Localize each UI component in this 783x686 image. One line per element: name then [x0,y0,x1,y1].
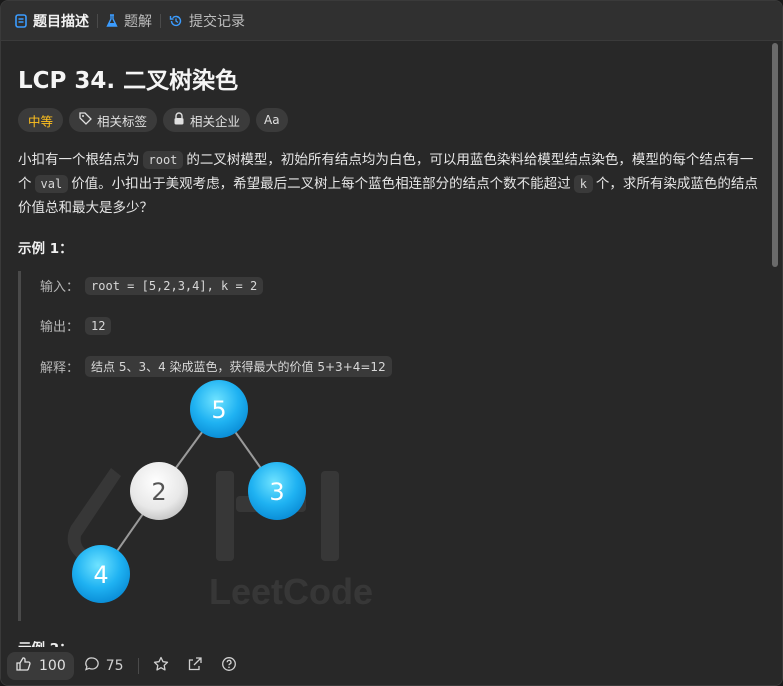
share-button[interactable] [187,656,203,676]
problem-title[interactable]: LCP 34. 二叉树染色 [18,61,238,95]
thumbs-up-icon [15,656,31,676]
tag-icon [79,112,92,128]
related-companies-button[interactable]: 相关企业 [163,108,251,132]
related-tags-label: 相关标签 [97,113,148,129]
like-button[interactable]: 100 [7,652,74,680]
code-k: k [573,175,593,193]
code-root: root [142,151,184,169]
input-label: 输入： [40,280,80,295]
code-val: val [34,175,69,193]
history-icon [169,14,183,28]
lock-icon [173,112,185,128]
comments-button[interactable]: 75 [84,656,124,676]
related-companies-label: 相关企业 [190,113,241,129]
input-value: root = [5,2,3,4], k = 2 [85,276,264,295]
problem-panel: 题目描述 题解 提交记录 LCP 34. 二叉树染色 中等 相关标签 相关企业 … [0,0,783,686]
problem-content: LCP 34. 二叉树染色 中等 相关标签 相关企业 Aa 小扣有一个根结点为 r… [1,41,773,647]
svg-text:4: 4 [93,561,108,589]
help-button[interactable] [221,656,237,676]
explain-value: 结点 5、3、4 染成蓝色，获得最大的价值 5+3+4=12 [85,356,392,377]
output-label: 输出： [40,320,80,335]
translate-button[interactable]: Aa [256,108,288,132]
help-icon [221,656,237,676]
tree-node-5: 5 [190,380,248,438]
output-value: 12 [85,316,112,335]
description-text: 小扣有一个根结点为 [18,152,140,168]
tab-bar: 题目描述 题解 提交记录 [1,1,782,41]
explain-label: 解释： [40,361,80,376]
example-explain-row: 解释： 结点 5、3、4 染成蓝色，获得最大的价值 5+3+4=12 [40,356,392,377]
document-icon [15,13,27,28]
bottom-toolbar: 100 75 [1,647,782,685]
tab-solutions[interactable]: 题解 [100,1,158,41]
problem-tags: 中等 相关标签 相关企业 Aa [18,108,288,132]
scrollbar-thumb[interactable] [772,43,778,267]
svg-text:5: 5 [211,396,226,424]
description-text: 价值。小扣出于美观考虑，希望最后二叉树上每个蓝色相连部分的结点个数不能超过 [71,176,571,192]
tree-node-3: 3 [248,462,306,520]
example-2-title: 示例 2： [18,637,73,647]
tab-submissions-label: 提交记录 [189,13,245,30]
difficulty-badge: 中等 [18,108,64,132]
scrollbar[interactable] [771,41,780,645]
tab-solutions-label: 题解 [124,13,152,30]
example-tree-image: LeetCode 5 2 3 4 [67,380,373,606]
flask-icon [106,13,118,28]
problem-description: 小扣有一个根结点为 root 的二叉树模型，初始所有结点均为白色，可以用蓝色染料给模… [18,148,758,220]
related-tags-button[interactable]: 相关标签 [69,108,158,132]
example-output-row: 输出： 12 [40,316,112,335]
translate-icon: Aa [264,113,280,127]
star-icon [153,656,169,676]
svg-text:LeetCode: LeetCode [209,571,373,606]
tree-node-4: 4 [72,545,130,603]
like-count: 100 [39,658,66,674]
share-icon [187,656,203,676]
favorite-button[interactable] [153,656,169,676]
tab-divider [97,13,98,28]
example-1-title: 示例 1： [18,241,73,257]
tree-node-2: 2 [130,462,188,520]
comment-icon [84,656,100,676]
tab-description[interactable]: 题目描述 [9,1,95,41]
toolbar-divider [137,658,139,674]
svg-text:2: 2 [151,478,166,506]
example-input-row: 输入： root = [5,2,3,4], k = 2 [40,276,264,295]
comment-count: 75 [105,658,124,674]
tab-divider [160,13,161,28]
tab-description-label: 题目描述 [33,13,89,30]
svg-text:3: 3 [269,478,284,506]
tab-submissions[interactable]: 提交记录 [163,1,251,41]
